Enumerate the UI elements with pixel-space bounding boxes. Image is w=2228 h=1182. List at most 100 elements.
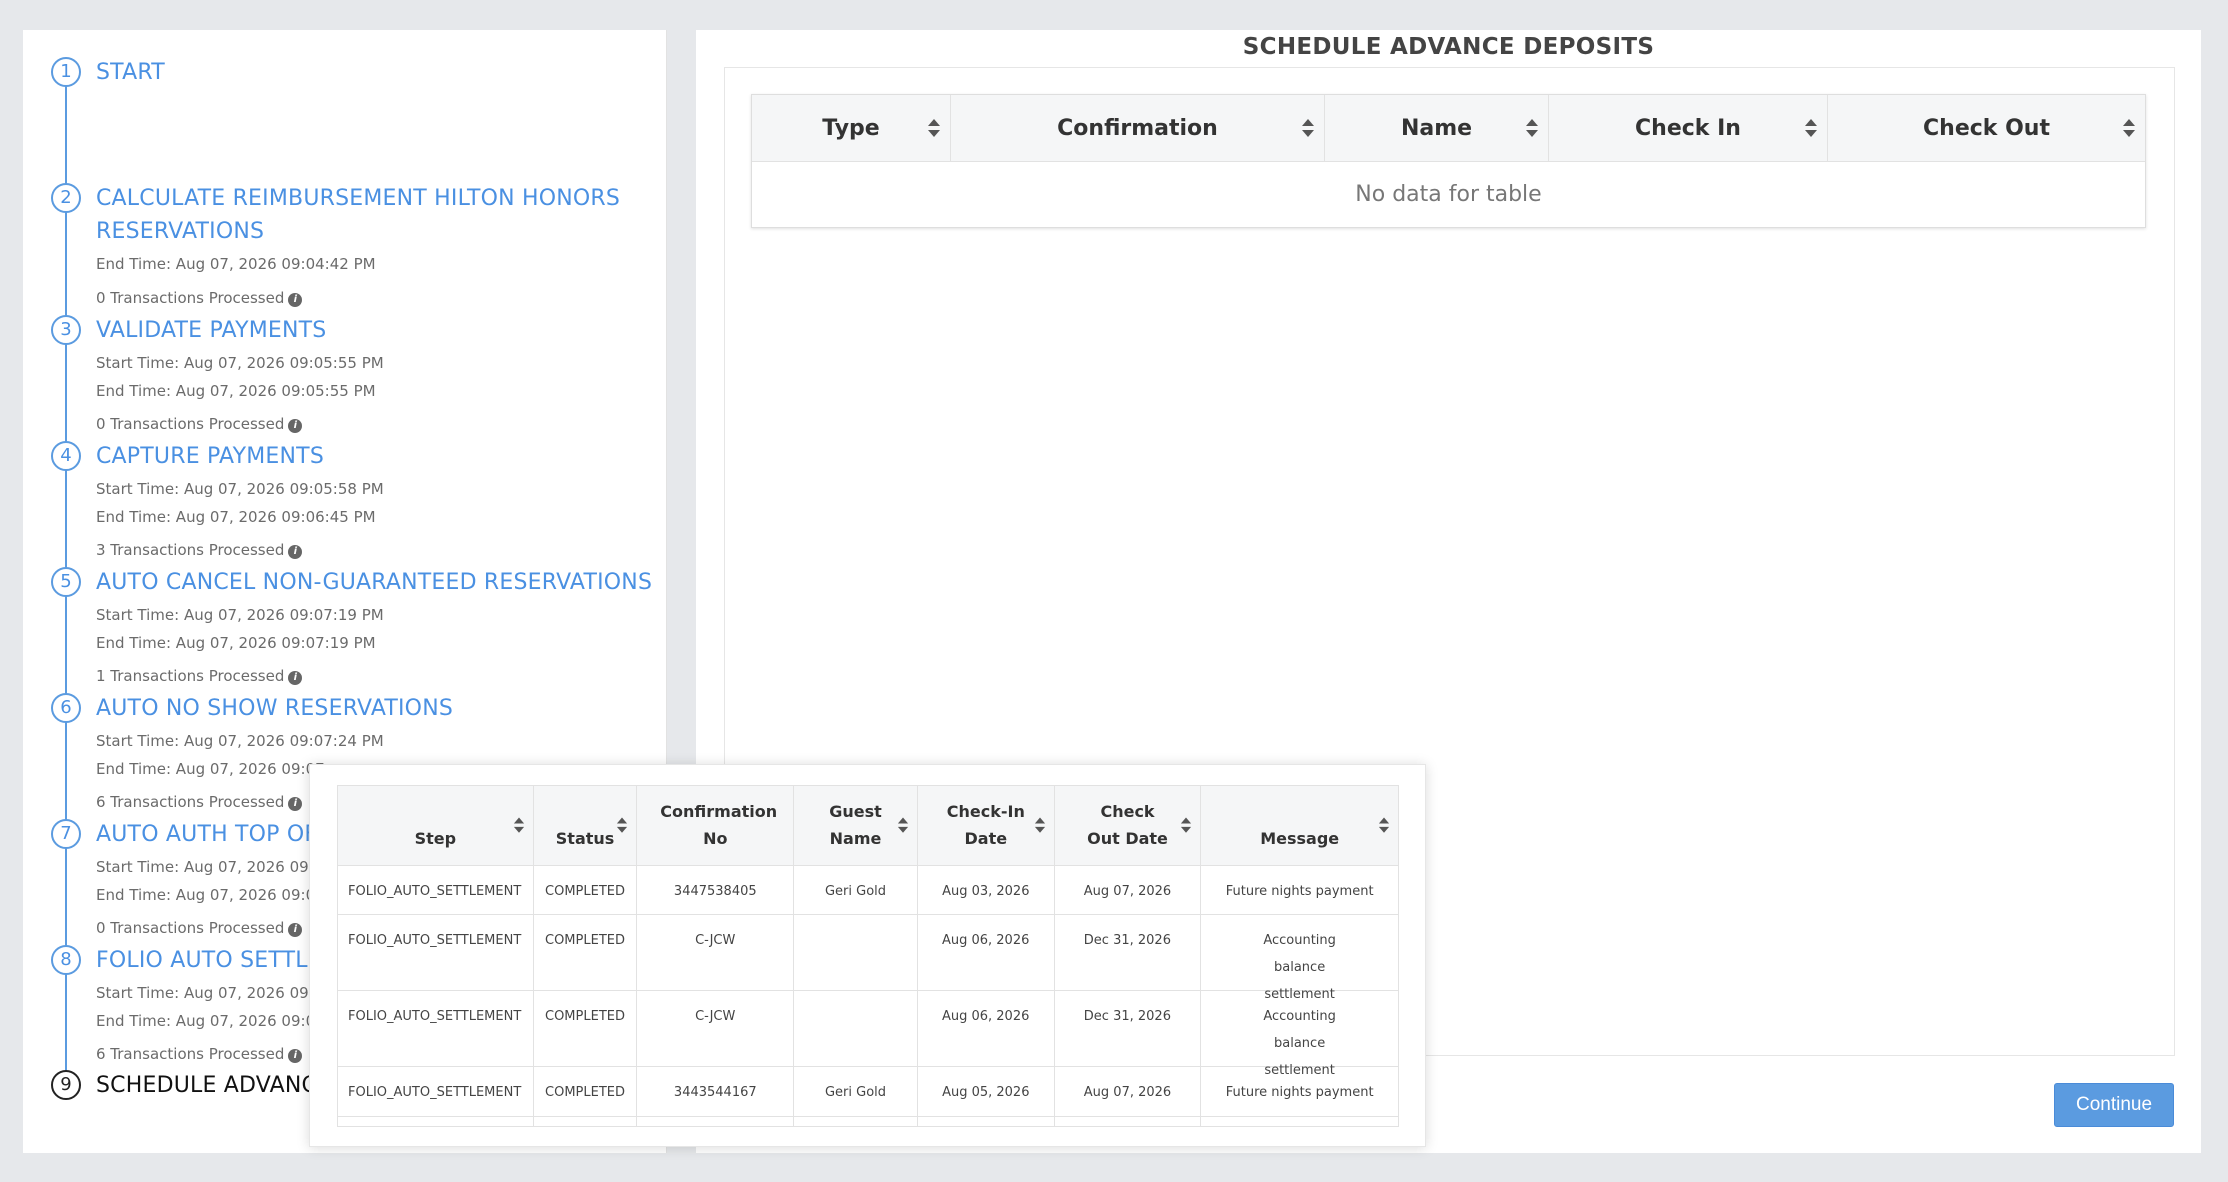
sort-icon[interactable] — [1181, 817, 1192, 835]
cell-status — [534, 1117, 638, 1126]
cell-check-in-date — [918, 1117, 1055, 1126]
cell-step: FOLIO_AUTO_SETTLEMENT — [338, 866, 534, 914]
step-title-4[interactable]: CAPTURE PAYMENTS — [96, 440, 656, 473]
cell-message: Accounting balance settlement — [1263, 933, 1336, 1002]
cell-check-in-date: Aug 06, 2026 — [918, 915, 1055, 990]
step-number-9: 9 — [51, 1070, 81, 1100]
info-icon[interactable]: i — [288, 797, 303, 811]
step-7-end-time: End Time: Aug 07, 2026 09:07 — [96, 886, 325, 904]
column-header-step[interactable]: Step — [338, 786, 534, 866]
table-row[interactable] — [338, 1117, 1398, 1126]
step-2-count: 0 Transactions Processed i — [96, 289, 303, 307]
info-icon[interactable]: i — [288, 419, 303, 433]
step-8-count: 6 Transactions Processed i — [96, 1045, 303, 1063]
cell-check-in-date: Aug 03, 2026 — [918, 866, 1055, 914]
step-6-count: 6 Transactions Processed i — [96, 793, 303, 811]
table-row[interactable]: FOLIO_AUTO_SETTLEMENT COMPLETED C-JCW Au… — [338, 915, 1398, 1002]
table-row[interactable]: FOLIO_AUTO_SETTLEMENT COMPLETED 34475384… — [338, 866, 1398, 915]
cell-message: Future nights payment — [1225, 1085, 1374, 1100]
step-6-start-time: Start Time: Aug 07, 2026 09:07:24 PM — [96, 732, 384, 750]
column-header-check-in[interactable]: Check In — [1549, 95, 1828, 162]
cell-guest-name: Geri Gold — [794, 1067, 918, 1116]
step-5-count: 1 Transactions Processed i — [96, 667, 303, 685]
cell-check-out-date: Dec 31, 2026 — [1055, 915, 1202, 990]
sort-icon[interactable] — [897, 817, 909, 835]
cell-confirmation-no: C-JCW — [637, 915, 795, 990]
page-title: SCHEDULE ADVANCE DEPOSITS — [1242, 34, 1655, 60]
table-row[interactable]: FOLIO_AUTO_SETTLEMENT COMPLETED 34435441… — [338, 1067, 1398, 1117]
info-icon[interactable]: i — [288, 293, 303, 307]
cell-guest-name — [794, 915, 918, 990]
cell-confirmation-no: C-JCW — [637, 991, 795, 1066]
sort-icon[interactable] — [1526, 119, 1538, 139]
transactions-popup: Step Status Confirmation No Guest Name C… — [309, 764, 1426, 1147]
column-header-confirmation[interactable]: Confirmation — [951, 95, 1325, 162]
continue-button[interactable]: Continue — [2054, 1083, 2174, 1127]
cell-guest-name — [794, 1117, 918, 1126]
cell-message — [1201, 1117, 1398, 1126]
step-4-count: 3 Transactions Processed i — [96, 541, 303, 559]
cell-check-out-date: Aug 07, 2026 — [1055, 866, 1202, 914]
table-row[interactable]: FOLIO_AUTO_SETTLEMENT COMPLETED C-JCW Au… — [338, 991, 1398, 1078]
cell-check-in-date: Aug 05, 2026 — [918, 1067, 1055, 1116]
table-header: Step Status Confirmation No Guest Name C… — [338, 786, 1398, 866]
column-header-status[interactable]: Status — [534, 786, 638, 866]
column-header-check-out[interactable]: Check Out — [1828, 95, 2145, 162]
cell-message: Future nights payment — [1225, 884, 1374, 899]
step-title-1[interactable]: START — [96, 56, 656, 89]
sort-icon[interactable] — [1034, 817, 1045, 835]
deposits-table: Type Confirmation Name Check In Check Ou… — [751, 94, 2146, 228]
step-number-8: 8 — [51, 945, 81, 975]
cell-status: COMPLETED — [534, 991, 638, 1066]
info-icon[interactable]: i — [288, 923, 303, 937]
column-header-message[interactable]: Message — [1201, 786, 1398, 866]
step-title-5[interactable]: AUTO CANCEL NON-GUARANTEED RESERVATIONS — [96, 566, 656, 599]
cell-status: COMPLETED — [534, 915, 638, 990]
cell-step: FOLIO_AUTO_SETTLEMENT — [338, 915, 534, 990]
info-icon[interactable]: i — [288, 671, 303, 685]
step-8-end-time: End Time: Aug 07, 2026 09:08 — [96, 1012, 325, 1030]
cell-status: COMPLETED — [534, 1067, 638, 1116]
step-number-7: 7 — [51, 819, 81, 849]
step-5-start-time: Start Time: Aug 07, 2026 09:07:19 PM — [96, 606, 384, 624]
cell-guest-name — [794, 991, 918, 1066]
step-number-3: 3 — [51, 315, 81, 345]
column-header-type[interactable]: Type — [752, 95, 951, 162]
step-title-2[interactable]: CALCULATE REIMBURSEMENT HILTON HONORS RE… — [96, 182, 636, 248]
sort-icon[interactable] — [1378, 817, 1390, 835]
sort-icon[interactable] — [1302, 119, 1314, 139]
cell-status: COMPLETED — [534, 866, 638, 914]
sort-icon[interactable] — [1805, 119, 1817, 139]
transactions-table: Step Status Confirmation No Guest Name C… — [337, 785, 1399, 1127]
column-header-check-out-date[interactable]: Check Out Date — [1055, 786, 1202, 866]
step-title-6[interactable]: AUTO NO SHOW RESERVATIONS — [96, 692, 656, 725]
sort-icon[interactable] — [2123, 119, 2135, 139]
column-header-check-in-date[interactable]: Check-In Date — [918, 786, 1055, 866]
column-header-guest-name[interactable]: Guest Name — [794, 786, 918, 866]
step-title-3[interactable]: VALIDATE PAYMENTS — [96, 314, 656, 347]
cell-confirmation-no: 3447538405 — [637, 866, 795, 914]
step-8-start-time: Start Time: Aug 07, 2026 09:0 — [96, 984, 324, 1002]
step-7-count: 0 Transactions Processed i — [96, 919, 303, 937]
step-3-end-time: End Time: Aug 07, 2026 09:05:55 PM — [96, 382, 376, 400]
step-2-end-time: End Time: Aug 07, 2026 09:04:42 PM — [96, 255, 376, 273]
step-number-6: 6 — [51, 693, 81, 723]
table-header: Type Confirmation Name Check In Check Ou… — [752, 95, 2145, 162]
cell-check-out-date: Dec 31, 2026 — [1055, 991, 1202, 1066]
sort-icon[interactable] — [928, 119, 940, 139]
step-3-start-time: Start Time: Aug 07, 2026 09:05:55 PM — [96, 354, 384, 372]
info-icon[interactable]: i — [288, 545, 303, 559]
cell-confirmation-no — [637, 1117, 795, 1126]
sort-icon[interactable] — [617, 817, 628, 835]
cell-step: FOLIO_AUTO_SETTLEMENT — [338, 991, 534, 1066]
sort-icon[interactable] — [513, 817, 524, 835]
empty-message: No data for table — [1355, 182, 1542, 207]
step-6-end-time: End Time: Aug 07, 2026 09:07 — [96, 760, 325, 778]
cell-step: FOLIO_AUTO_SETTLEMENT — [338, 1067, 534, 1116]
step-number-4: 4 — [51, 441, 81, 471]
info-icon[interactable]: i — [288, 1049, 303, 1063]
step-7-start-time: Start Time: Aug 07, 2026 09:0 — [96, 858, 324, 876]
cell-check-out-date: Aug 07, 2026 — [1055, 1067, 1202, 1116]
column-header-name[interactable]: Name — [1325, 95, 1549, 162]
column-header-confirmation-no[interactable]: Confirmation No — [637, 786, 795, 866]
